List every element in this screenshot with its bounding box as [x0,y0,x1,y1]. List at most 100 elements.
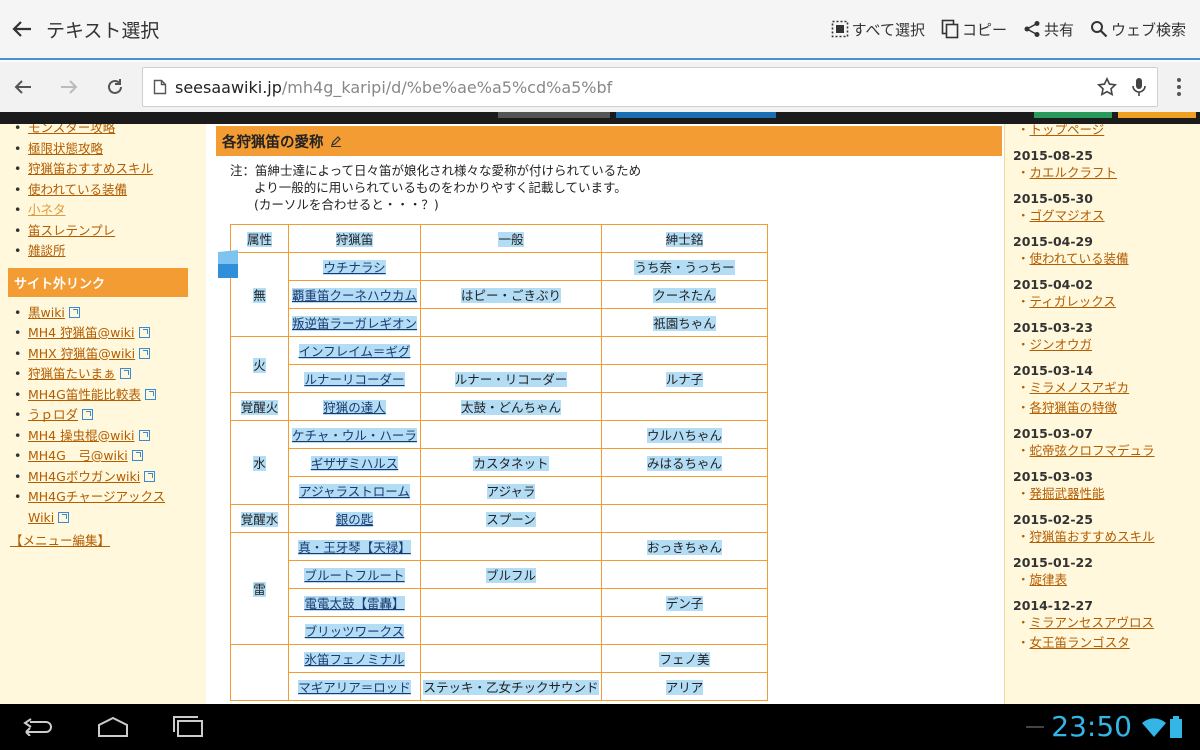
external-link-icon [82,409,94,420]
weapon-cell[interactable]: ギザザミハルス [288,448,421,477]
site-search-button[interactable] [616,112,776,118]
recent-update-link[interactable]: ・ジンオウガ [1017,335,1200,355]
external-link[interactable]: 狩猟笛たいまぁ [14,364,196,385]
site-search-box[interactable] [498,112,610,118]
browser-toolbar: seesaawiki.jp/mh4g_karipi/d/%be%ae%a5%cd… [0,62,1200,112]
gentleman-name-cell: ルナ子 [601,364,768,393]
external-link[interactable]: MH4Gボウガンwiki [14,467,196,488]
menu-list: モンスター攻略 極限状態攻略 狩猟笛おすすめスキル 使われている装備 小ネタ 笛… [0,124,196,262]
selection-handle[interactable] [218,250,238,280]
general-name-cell: アジャラ [420,476,602,505]
recent-update-link[interactable]: ・ミラメノスアギカ [1017,378,1200,398]
recent-apps-icon[interactable] [172,716,206,738]
weapon-cell[interactable]: 電電太鼓【雷轟】 [288,588,421,617]
menu-link[interactable]: モンスター攻略 [14,124,196,139]
recent-update-link[interactable]: ・女王笛ランゴスタ [1017,633,1200,653]
recent-update-link[interactable]: ・狩猟笛おすすめスキル [1017,527,1200,547]
external-link[interactable]: MH4G 弓@wiki [14,446,196,467]
menu-edit-link[interactable]: 【メニュー編集】 [10,530,196,549]
recent-update-link[interactable]: ・各狩猟笛の特徴 [1017,398,1200,418]
gentleman-name-cell: うち奈・うっちー [601,252,768,281]
back-nav-icon[interactable] [22,718,56,736]
menu-link[interactable]: 小ネタ [14,200,196,221]
menu-link[interactable]: 笛スレテンプレ [14,221,196,242]
table-row: 覚醒火 狩猟の達人 太鼓・どんちゃん [230,392,768,421]
recent-update-link[interactable]: ・旋律表 [1017,570,1200,590]
external-link[interactable]: MH4Gチャージアックス Wiki [14,487,184,528]
url-path: /mh4g_karipi/d/%be%ae%a5%cd%a5%bf [281,77,613,97]
page-title-text: 各狩猟笛の愛称 [222,134,324,151]
external-link[interactable]: うｐロダ [14,405,196,426]
update-date: 2015-01-22 [1013,555,1093,570]
menu-link[interactable]: 狩猟笛おすすめスキル [14,159,196,180]
gentleman-name-cell [601,476,768,505]
recent-update-link[interactable]: ・ティガレックス [1017,292,1200,312]
recent-update-link[interactable]: ・ミラアンセスアヴロス [1017,613,1200,633]
weapon-cell[interactable]: ブルートフルート [288,560,421,589]
weapon-cell[interactable]: インフレイム＝ギグ [288,336,421,365]
external-link[interactable]: 黒wiki [14,303,196,324]
external-link-icon [138,429,150,441]
reload-button[interactable] [92,62,138,112]
external-link-icon [131,450,143,461]
copy-icon [941,19,959,39]
select-all-label: すべて選択 [851,20,925,39]
browser-menu-button[interactable] [1164,62,1194,112]
select-all-button[interactable]: すべて選択 [823,0,933,59]
text-selection-action-bar: テキスト選択 すべて選択 コピー 共有 ウェブ検索 [0,0,1200,60]
update-date: 2015-03-03 [1013,469,1093,484]
bookmark-star-icon[interactable] [1097,77,1117,97]
menu-link[interactable]: 使われている装備 [14,180,196,201]
copy-button[interactable]: コピー [933,0,1015,59]
left-sidebar: モンスター攻略 極限状態攻略 狩猟笛おすすめスキル 使われている装備 小ネタ 笛… [0,124,196,704]
home-nav-icon[interactable] [96,716,130,738]
weapon-cell[interactable]: 真・王牙琴【天禄】 [288,532,421,561]
weapon-cell[interactable]: アジャラストローム [288,476,421,505]
weapon-cell[interactable]: 銀の匙 [288,504,421,533]
weapon-cell[interactable]: 狩猟の達人 [288,392,421,421]
weapon-cell[interactable]: ケチャ・ウル・ハーラ [288,420,421,449]
web-search-button[interactable]: ウェブ検索 [1082,0,1194,59]
recent-updates: 2015-08-25 ・カエルクラフト 2015-05-30 ・ゴグマジオス 2015-… [1005,149,1200,653]
menu-link[interactable]: 雑談所 [14,241,196,262]
recent-update-link[interactable]: ・発掘武器性能 [1017,484,1200,504]
recent-update-link[interactable]: ・蛇帝弦クロフマデュラ [1017,441,1200,461]
select-all-icon [831,20,848,38]
external-link[interactable]: MH4 操虫棍@wiki [14,426,196,447]
recent-update-link[interactable]: ・ゴグマジオス [1017,206,1200,226]
external-link[interactable]: MH4G笛性能比較表 [14,385,196,406]
external-link[interactable]: MH4 狩猟笛@wiki [14,323,196,344]
browser-back-button[interactable] [0,62,46,112]
weapon-cell[interactable]: ブリッツワークス [288,616,421,645]
address-bar[interactable]: seesaawiki.jp/mh4g_karipi/d/%be%ae%a5%cd… [142,67,1158,107]
browser-forward-button[interactable] [46,62,92,112]
share-button[interactable]: 共有 [1015,0,1082,59]
external-link[interactable]: MHX 狩猟笛@wiki [14,344,196,365]
general-name-cell: ブルフル [420,560,602,589]
table-row: 叛逆笛ラーガレギオン 祇園ちゃん [231,308,768,337]
weapon-cell[interactable]: 叛逆笛ラーガレギオン [288,308,421,337]
site-orange-button[interactable] [1118,112,1196,118]
table-row: 無ウチナラシ うち奈・うっちー [230,252,768,337]
site-header-strip [0,112,1200,124]
table-row: ブリッツワークス [231,616,768,645]
weapon-cell[interactable]: 覇重笛クーネハウカム [288,280,421,309]
site-green-button[interactable] [1034,112,1112,118]
notes: 注：笛紳士達によって日々笛が娘化され様々な愛称が付けられているため より一般的に… [230,162,641,213]
url-domain: seesaawiki.jp [175,77,282,97]
back-arrow-button[interactable] [0,0,44,59]
recent-update-link[interactable]: ・使われている装備 [1017,249,1200,269]
external-links-header: サイト外リンク [8,267,188,297]
weapon-cell[interactable]: 氷笛フェノミナル [288,644,421,673]
edit-pencil-icon[interactable] [330,135,342,147]
reload-icon [108,79,122,94]
recent-update-link[interactable]: ・トップページ [1017,124,1200,140]
right-sidebar: ・トップページ 2015-08-25 ・カエルクラフト 2015-05-30 ・ゴグマ… [1004,124,1200,704]
weapon-cell[interactable]: ウチナラシ [288,252,421,281]
weapon-cell[interactable]: マギアリア＝ロッド [288,672,421,701]
recent-update-link[interactable]: ・カエルクラフト [1017,163,1200,183]
weapon-cell[interactable]: ルナーリコーダー [288,364,421,393]
microphone-icon[interactable] [1131,77,1147,97]
general-name-cell [420,252,602,281]
menu-link[interactable]: 極限状態攻略 [14,139,196,160]
